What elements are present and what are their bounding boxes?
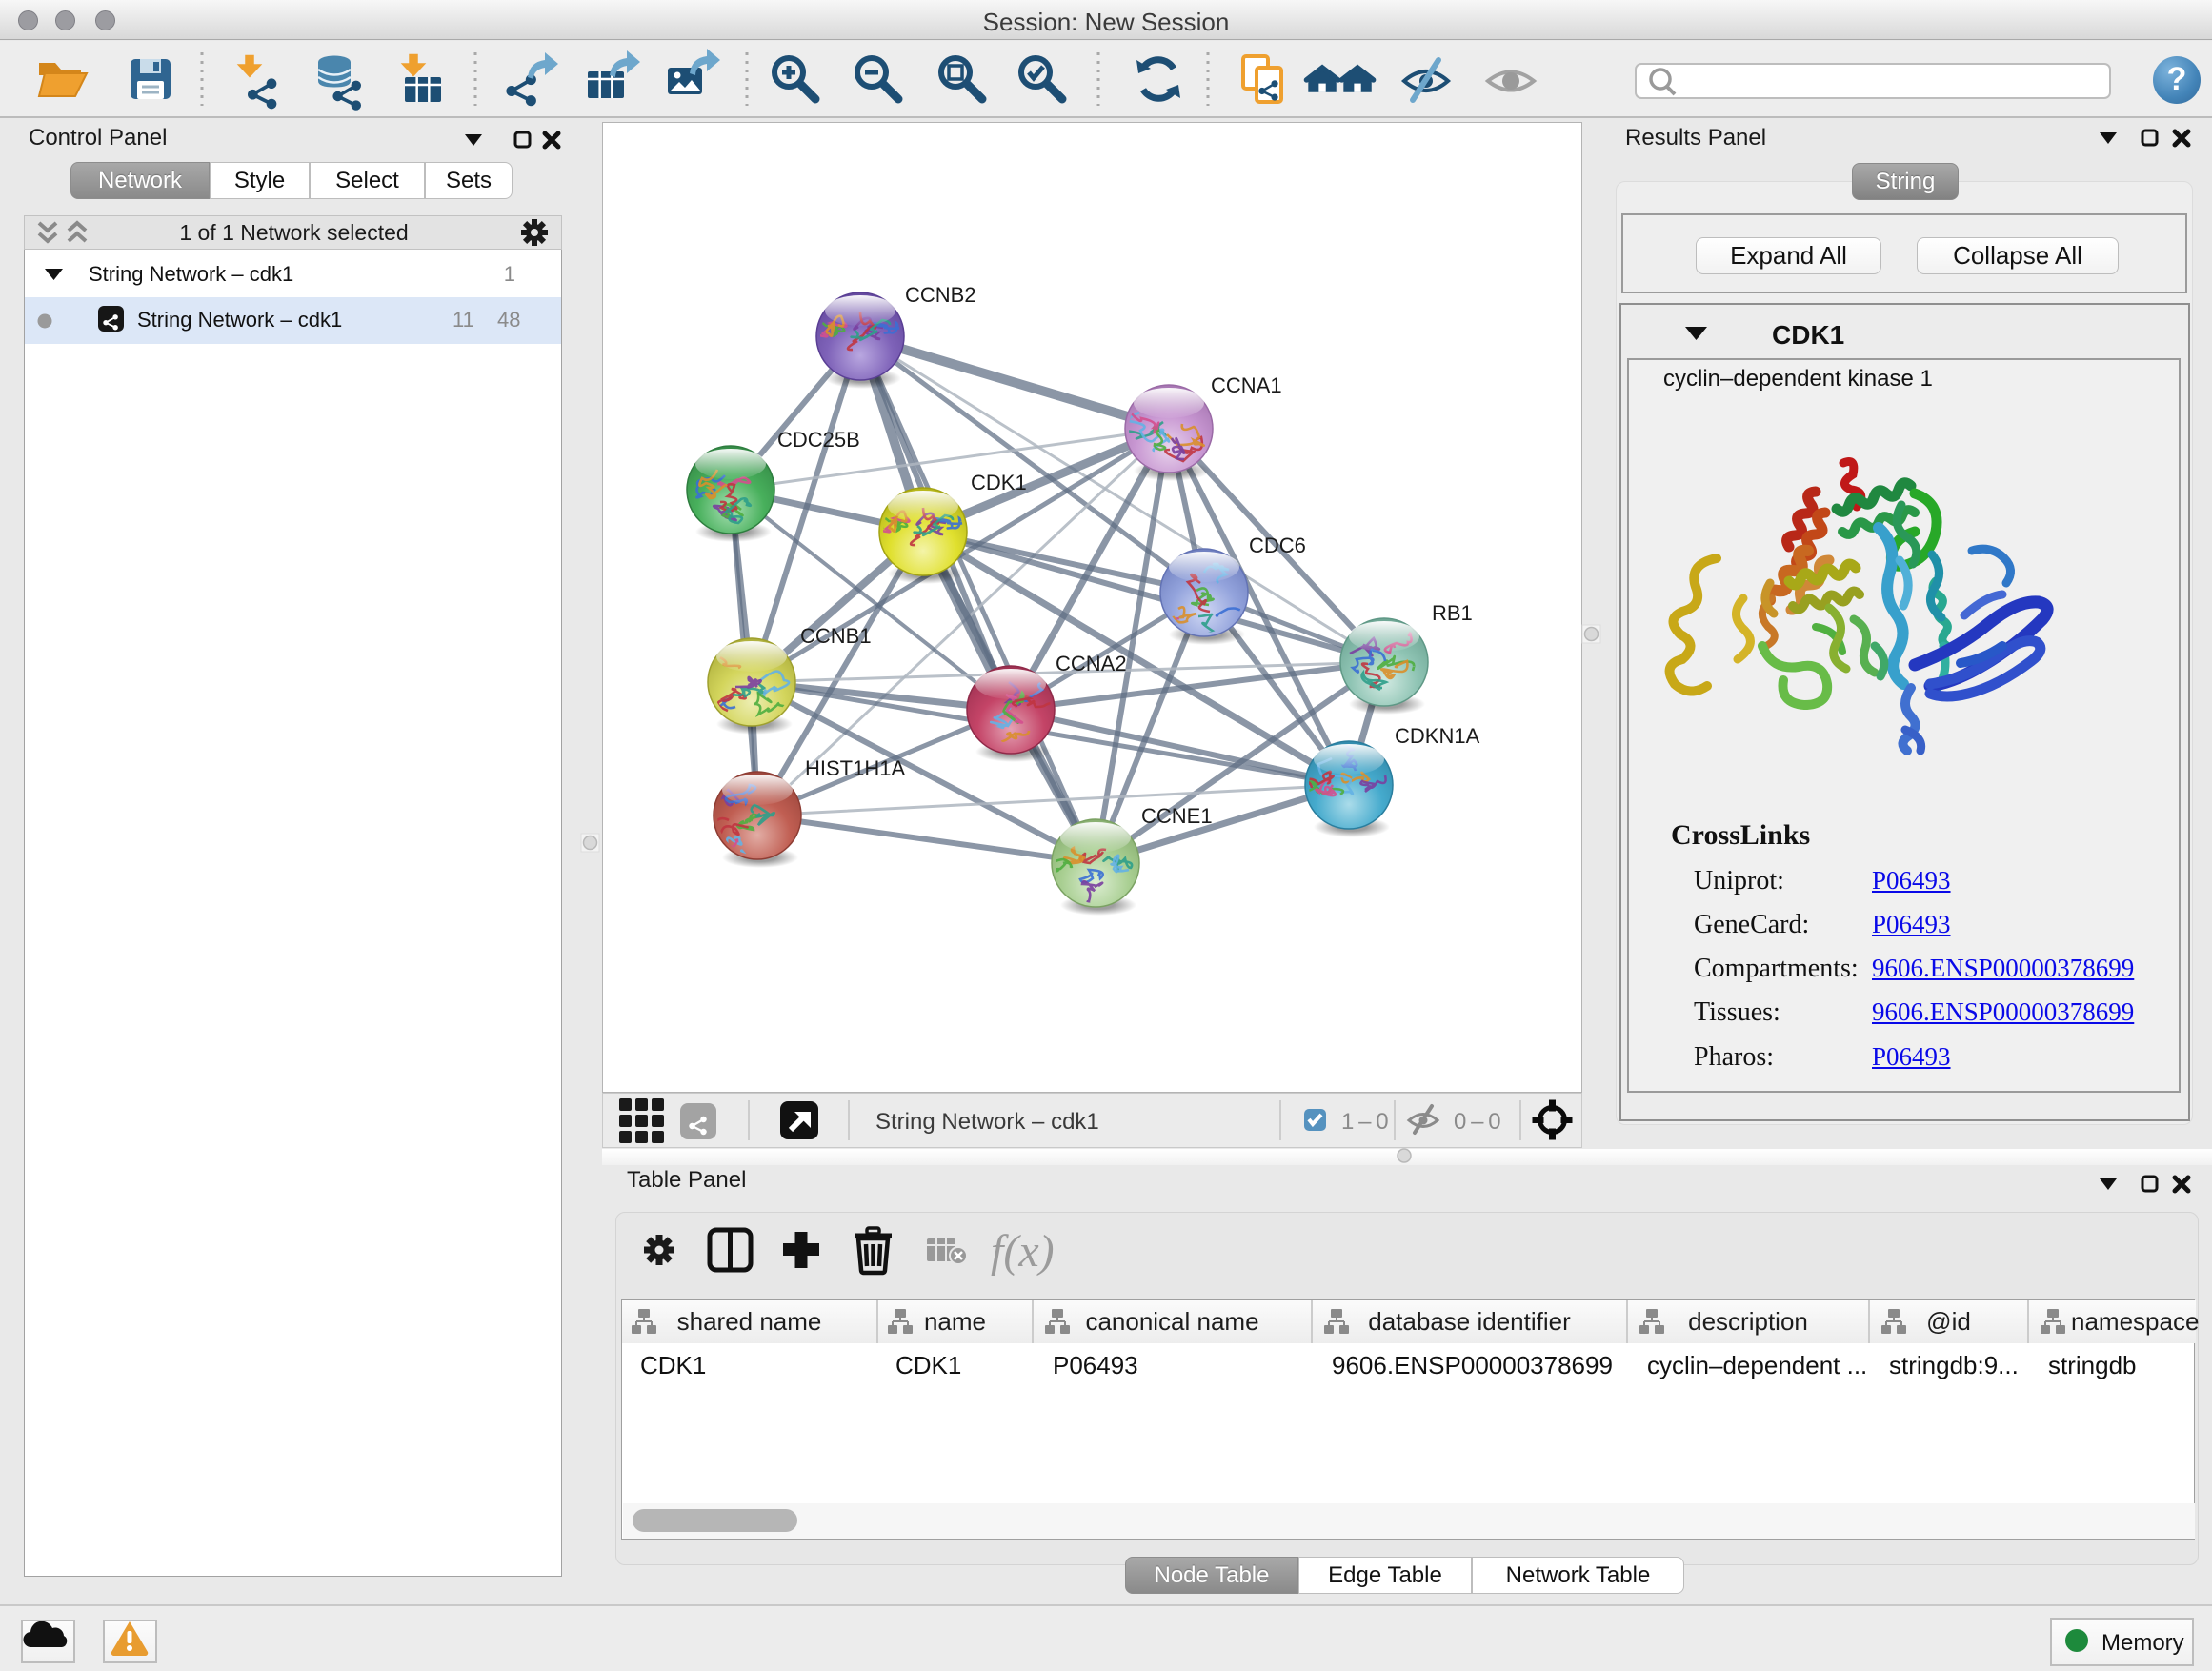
svg-text:Memory: Memory xyxy=(2101,1630,2184,1656)
svg-text:f(x): f(x) xyxy=(991,1226,1055,1277)
